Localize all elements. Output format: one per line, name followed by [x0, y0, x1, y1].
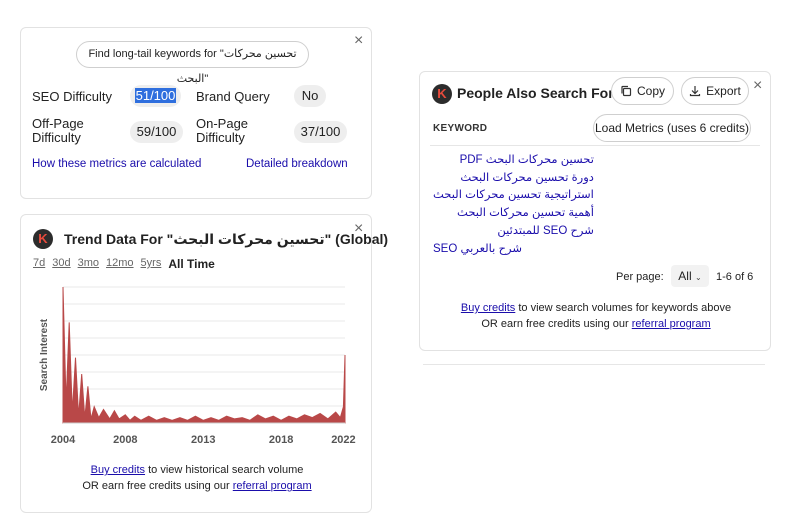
earn-credits-text: OR earn free credits using our: [82, 480, 233, 492]
seo-difficulty-label: SEO Difficulty: [32, 89, 112, 104]
seo-difficulty-value: 51/100: [130, 85, 181, 107]
referral-program-link[interactable]: referral program: [632, 318, 711, 330]
x-tick-label: 2004: [51, 434, 76, 446]
range-12mo[interactable]: 12mo: [106, 257, 134, 271]
range-7d[interactable]: 7d: [33, 257, 45, 271]
trend-card: × K Trend Data For "تحسين محركات البحث" …: [20, 214, 388, 513]
export-label: Export: [706, 84, 741, 98]
trend-title: Trend Data For "تحسين محركات البحث" (Glo…: [64, 231, 389, 247]
keyword-item[interactable]: تحسين محركات البحث PDF: [433, 152, 594, 170]
x-tick-label: 2022: [331, 434, 355, 446]
pagination-range: 1-6 of 6: [716, 271, 754, 283]
longtail-button[interactable]: Find long-tail keywords for "تحسين محركا…: [76, 41, 309, 85]
pasf-title: People Also Search For: [457, 85, 614, 101]
x-tick-label: 2013: [191, 434, 215, 446]
range-all-time[interactable]: All Time: [168, 257, 214, 271]
copy-label: Copy: [636, 84, 665, 98]
pasf-card: K People Also Search For Copy Export × K…: [419, 71, 771, 351]
keyword-column-header: KEYWORD: [433, 123, 488, 134]
close-icon[interactable]: ×: [354, 33, 363, 49]
on-page-difficulty-value: 37/100: [294, 121, 347, 143]
range-5yrs[interactable]: 5yrs: [141, 257, 162, 271]
pasf-earn-line: OR earn free credits using our referral …: [420, 318, 772, 330]
range-selector: 7d 30d 3mo 12mo 5yrs All Time: [33, 257, 215, 271]
section-divider: [423, 364, 765, 365]
k-logo-icon: K: [432, 84, 452, 104]
buy-credits-text: to view historical search volume: [145, 464, 304, 476]
pasf-buy-line: Buy credits to view search volumes for k…: [420, 302, 772, 314]
buy-credits-link[interactable]: Buy credits: [91, 464, 145, 476]
keyword-item[interactable]: أهمية تحسين محركات البحث: [433, 205, 594, 223]
seo-difficulty-selected-text: 51/100: [134, 88, 177, 103]
earn-credits-text: OR earn free credits using our: [481, 318, 632, 330]
y-axis-label: Search Interest: [39, 318, 50, 391]
buy-credits-link[interactable]: Buy credits: [461, 302, 515, 314]
buy-credits-text: to view search volumes for keywords abov…: [515, 302, 732, 314]
copy-button[interactable]: Copy: [611, 77, 674, 105]
chevron-down-icon: ⌄: [694, 273, 702, 282]
off-page-difficulty-value: 59/100: [130, 121, 183, 143]
header-divider: [430, 145, 760, 146]
export-button[interactable]: Export: [681, 77, 749, 105]
detailed-breakdown-link[interactable]: Detailed breakdown: [246, 158, 348, 170]
k-logo-icon: K: [33, 229, 53, 249]
x-tick-label: 2008: [113, 434, 137, 446]
on-page-difficulty-label: On-Page Difficulty: [196, 116, 249, 145]
keyword-list: تحسين محركات البحث PDF دورة تحسين محركات…: [433, 152, 594, 258]
x-tick-label: 2018: [269, 434, 293, 446]
keyword-item[interactable]: شرح SEO للمبتدئين: [433, 223, 593, 241]
close-icon[interactable]: ×: [753, 78, 762, 94]
referral-program-link[interactable]: referral program: [233, 480, 312, 492]
download-icon: [690, 86, 701, 97]
keyword-item[interactable]: SEO شرح بالعربي: [433, 241, 594, 259]
brand-query-label: Brand Query: [196, 89, 270, 104]
keyword-item[interactable]: استراتيجية تحسين محركات البحث: [433, 187, 594, 205]
load-metrics-button[interactable]: Load Metrics (uses 6 credits): [593, 114, 751, 142]
trend-chart: 2004 2008 2013 2018 2022 Search Interest: [39, 286, 356, 446]
metrics-card: × Find long-tail keywords for "تحسين محر…: [20, 27, 372, 199]
how-calculated-link[interactable]: How these metrics are calculated: [32, 158, 201, 170]
trend-buy-line: Buy credits to view historical search vo…: [21, 464, 373, 476]
keyword-item[interactable]: دورة تحسين محركات البحث: [433, 170, 594, 188]
off-page-difficulty-label: Off-Page Difficulty: [32, 116, 84, 145]
per-page-select[interactable]: All ⌄: [671, 265, 709, 287]
trend-earn-line: OR earn free credits using our referral …: [21, 480, 373, 492]
range-3mo[interactable]: 3mo: [78, 257, 99, 271]
range-30d[interactable]: 30d: [52, 257, 70, 271]
brand-query-value: No: [294, 85, 326, 107]
per-page-value: All: [678, 269, 692, 283]
copy-icon: [621, 85, 632, 97]
per-page-label: Per page:: [616, 271, 664, 283]
